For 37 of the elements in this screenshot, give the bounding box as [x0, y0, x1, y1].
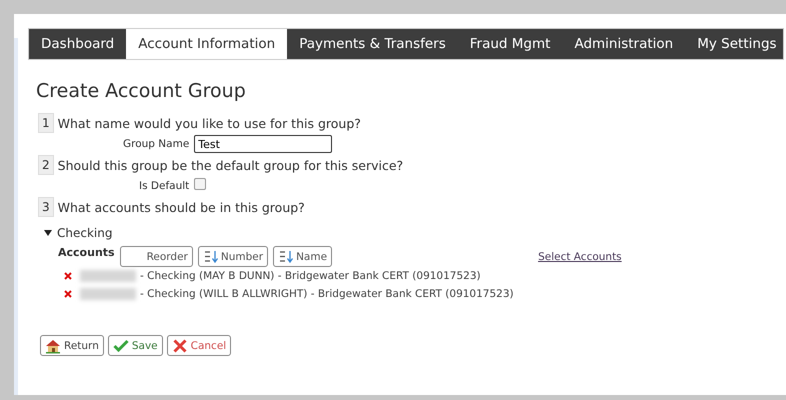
accounts-label: Accounts [58, 246, 115, 259]
sort-button[interactable]: Name [273, 246, 332, 267]
remove-icon[interactable] [64, 290, 72, 298]
sort-button[interactable]: Number [198, 246, 268, 267]
sort-icon [278, 250, 294, 264]
step-question: Should this group be the default group for this service? [58, 158, 404, 172]
field-label: Is Default [139, 180, 190, 192]
step-number: 3 [38, 197, 54, 217]
page-title: Create Account Group [36, 80, 247, 102]
nav-tab[interactable]: Administration [562, 29, 686, 59]
step-number: 1 [38, 113, 54, 133]
redacted-block [80, 288, 136, 300]
close-icon [172, 338, 188, 354]
nav-tab[interactable]: Dashboard [29, 29, 126, 59]
group-name-field[interactable]: Test [194, 135, 332, 153]
account-description: - Checking (MAY B DUNN) - Bridgewater Bank CERT (091017523) [140, 270, 481, 282]
save-button[interactable]: Save [108, 335, 163, 356]
default-checkbox[interactable] [194, 178, 206, 190]
step-number: 2 [38, 155, 54, 175]
nav-tab[interactable]: My Settings [685, 29, 786, 59]
remove-icon[interactable] [64, 272, 72, 280]
nav-tab[interactable]: Payments & Transfers [287, 29, 458, 59]
redacted-block [80, 270, 136, 282]
sort-icon [202, 250, 219, 264]
check-icon [112, 338, 129, 354]
nav-tab[interactable]: Account Information [126, 29, 288, 59]
field-label: Group Name [123, 138, 190, 150]
cancel-button[interactable]: Cancel [166, 335, 232, 356]
nav-tab[interactable]: Fraud Mgmt [458, 29, 562, 59]
account-description: - Checking (WILL B ALLWRIGHT) - Bridgewater Bank CERT (091017523) [140, 288, 514, 300]
step-question: What name would you like to use for this group? [58, 116, 361, 130]
step-question: What accounts should be in this group? [58, 200, 305, 214]
group-label[interactable]: Checking [57, 226, 112, 240]
return-button[interactable]: Return [40, 335, 104, 356]
house-icon [45, 338, 61, 354]
select-accounts-link[interactable]: Select Accounts [538, 250, 622, 262]
reorder-button[interactable]: Reorder [120, 246, 193, 267]
